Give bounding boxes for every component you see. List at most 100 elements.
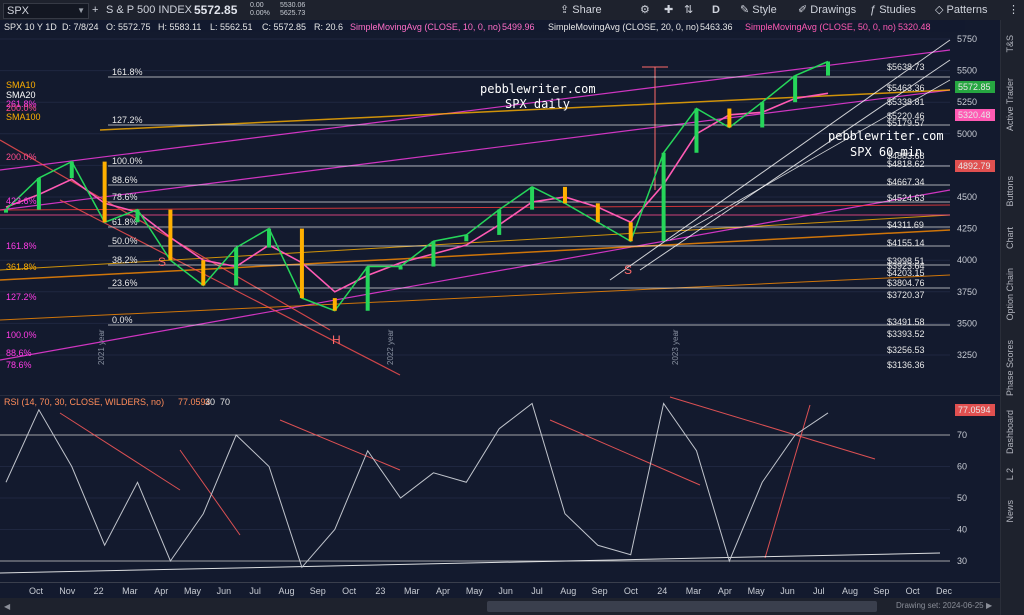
studies-button[interactable]: ƒ Studies	[870, 0, 916, 20]
time-tick-label: May	[748, 586, 766, 596]
candle	[365, 266, 370, 311]
tab-option-chain[interactable]: Option Chain	[1005, 268, 1015, 321]
fib-label: 50.0%	[112, 236, 138, 246]
rsi-tick-label: 70	[957, 430, 967, 440]
rsi-chart[interactable]: 70 60 50 40 30 RSI (14, 70, 30, CLOSE, WILDE…	[0, 395, 1000, 582]
drawings-button[interactable]: ✐ Drawings	[798, 0, 856, 20]
candle	[727, 108, 732, 128]
legend-high: H: 5583.11	[158, 22, 201, 32]
tab-active-trader[interactable]: Active Trader	[1005, 78, 1015, 131]
fib-label: 127.2%	[112, 115, 143, 125]
candle	[398, 266, 403, 270]
left-label: 161.8%	[6, 241, 37, 251]
drawings-label: Drawings	[810, 4, 857, 16]
rsi-tick-label: 40	[957, 525, 967, 535]
drawing-set-label: Drawing set: 2024-06-25	[896, 601, 984, 610]
time-tick-label: May	[466, 586, 484, 596]
level-label: $5638.73	[887, 62, 925, 72]
time-tick-label: Apr	[436, 586, 450, 596]
patterns-button[interactable]: ◇ Patterns	[935, 0, 987, 20]
time-tick-label: Aug	[560, 586, 576, 596]
rsi-legend-label: RSI (14, 70, 30, CLOSE, WILDERS, no)	[4, 397, 164, 407]
candle	[299, 228, 304, 299]
price-tick-label: 3250	[957, 350, 977, 360]
crosshair-icon[interactable]: ✚	[664, 0, 673, 20]
candle	[562, 186, 567, 204]
interval-button[interactable]: D	[712, 0, 720, 20]
time-scrollbar[interactable]: ◀ Drawing set: 2024-06-25 ▶	[0, 598, 1000, 615]
candle	[135, 209, 140, 223]
left-label: 200.0%	[6, 152, 37, 162]
rsi-value-tag-text: 77.0594	[958, 405, 991, 415]
level-label: $3491.58	[887, 317, 925, 327]
time-tick-label: Jun	[217, 586, 232, 596]
fib-label: 0.0%	[112, 315, 133, 325]
plus-icon[interactable]: +	[92, 0, 98, 20]
tab-level2[interactable]: L 2	[1005, 468, 1015, 480]
time-tick-label: 24	[657, 586, 667, 596]
level-label: $4524.63	[887, 193, 925, 203]
level-label: $5179.57	[887, 118, 925, 128]
menu-icon[interactable]: ⋮	[1008, 0, 1019, 20]
annotation-spx-daily: SPX daily	[505, 97, 570, 111]
fib-label: 38.2%	[112, 255, 138, 265]
candle	[497, 209, 502, 235]
share-icon: ⇪	[560, 4, 573, 16]
tab-buttons[interactable]: Buttons	[1005, 176, 1015, 207]
candle	[464, 234, 469, 242]
level-label: $3720.37	[887, 290, 925, 300]
drawings-icon: ✐	[798, 4, 811, 16]
left-label: 361.8%	[6, 262, 37, 272]
candle	[530, 186, 535, 210]
rsi-legend-ob: 30	[205, 397, 215, 407]
legend-sma50-value: 5320.48	[898, 22, 931, 32]
time-tick-label: Mar	[122, 586, 138, 596]
symbol-name: S & P 500 INDEX	[106, 4, 193, 16]
price-tick-label: 4000	[957, 255, 977, 265]
sma50-price-tag-text: 5320.48	[958, 110, 991, 120]
time-tick-label: Oct	[29, 586, 44, 596]
label-shoulder-left: S	[158, 255, 166, 269]
studies-label: Studies	[879, 4, 916, 16]
legend-sma20: SimpleMovingAvg (CLOSE, 20, 0, no)	[548, 22, 699, 32]
level-label: $4155.14	[887, 238, 925, 248]
legend-sma50: SimpleMovingAvg (CLOSE, 50, 0, no)	[745, 22, 896, 32]
symbol-selector[interactable]: SPX ▼	[3, 3, 89, 19]
patterns-label: Patterns	[946, 4, 988, 16]
time-tick-label: Sep	[873, 586, 889, 596]
legend-sma20-value: 5463.36	[700, 22, 733, 32]
tab-ts[interactable]: T&S	[1005, 35, 1015, 53]
ask-value: 5625.73	[280, 10, 306, 17]
label-shoulder-right: S	[624, 263, 632, 277]
time-tick-label: 23	[375, 586, 385, 596]
legend-close: C: 5572.85	[262, 22, 306, 32]
style-icon: ✎	[740, 4, 753, 16]
rsi-tick-label: 60	[957, 462, 967, 472]
time-tick-label: Aug	[842, 586, 858, 596]
candle	[793, 75, 798, 103]
price-chart[interactable]: 161.8%127.2%100.0%88.6%78.6%61.8%50.0%38…	[0, 20, 1000, 395]
level-label: $3256.53	[887, 345, 925, 355]
scroll-right-icon[interactable]: ▶	[986, 601, 992, 610]
tab-news[interactable]: News	[1005, 500, 1015, 523]
last-price: 5572.85	[194, 3, 238, 17]
scroll-left-icon[interactable]: ◀	[4, 602, 12, 611]
time-tick-label: Jul	[249, 586, 261, 596]
style-button[interactable]: ✎ Style	[740, 0, 777, 20]
annotation-site-60min: pebblewriter.com	[828, 129, 944, 143]
left-label: SMA10	[6, 80, 36, 90]
year-2021-label: 2021 year	[97, 329, 106, 365]
toolbar: SPX ▼ + S & P 500 INDEX 5572.85 0.00 0.0…	[0, 0, 1024, 21]
tab-phase-scores[interactable]: Phase Scores	[1005, 340, 1015, 396]
tab-dashboard[interactable]: Dashboard	[1005, 410, 1015, 454]
compare-icon[interactable]: ⇅	[684, 0, 693, 20]
time-tick-label: Jun	[498, 586, 513, 596]
left-label: 78.6%	[6, 360, 32, 370]
share-button[interactable]: ⇪ Share	[560, 0, 602, 20]
gear-icon[interactable]: ⚙	[640, 0, 650, 20]
tab-chart[interactable]: Chart	[1005, 227, 1015, 249]
candle	[431, 241, 436, 267]
candle	[267, 228, 272, 248]
time-tick-label: Mar	[686, 586, 702, 596]
scroll-thumb[interactable]	[487, 601, 877, 612]
